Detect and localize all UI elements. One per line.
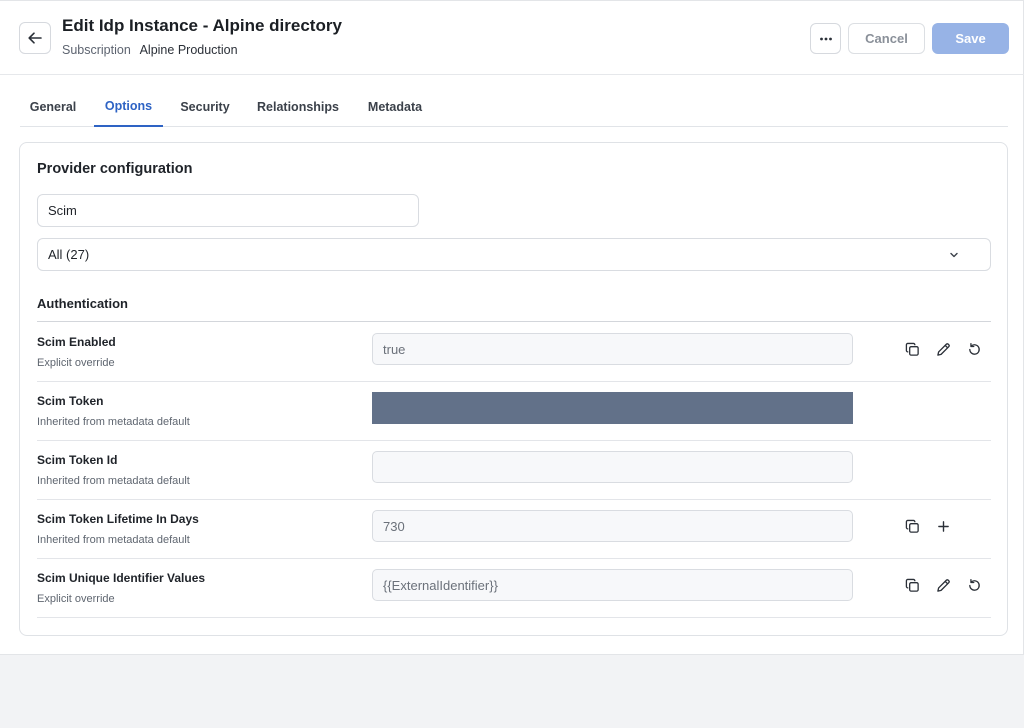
category-select-value: All (27) <box>48 247 90 262</box>
subscription-label: Subscription <box>62 43 131 57</box>
page-title: Edit Idp Instance - Alpine directory <box>62 16 342 35</box>
copy-icon[interactable] <box>903 517 921 535</box>
arrow-left-icon <box>27 30 43 46</box>
header: Edit Idp Instance - Alpine directory Sub… <box>0 1 1024 75</box>
setting-name: Scim Token Lifetime In Days <box>37 512 199 526</box>
subscription-info: Subscription Alpine Production <box>62 43 238 57</box>
setting-row: Scim Enabled Explicit override true <box>37 323 991 382</box>
setting-name: Scim Unique Identifier Values <box>37 571 206 585</box>
setting-row: Scim Token Inherited from metadata defau… <box>37 382 991 441</box>
setting-value-field[interactable]: true <box>372 333 853 365</box>
setting-row: Scim Unique Identifier Values Explicit o… <box>37 559 991 618</box>
setting-name: Scim Enabled <box>37 335 116 349</box>
subscription-value: Alpine Production <box>139 43 238 57</box>
section-divider <box>37 321 991 322</box>
edit-icon[interactable] <box>934 340 952 358</box>
card-title: Provider configuration <box>37 161 193 177</box>
reset-icon[interactable] <box>965 576 983 594</box>
setting-source: Explicit override <box>37 357 115 369</box>
tab-general[interactable]: General <box>20 87 86 127</box>
section-title: Authentication <box>37 296 128 311</box>
page: Edit Idp Instance - Alpine directory Sub… <box>0 0 1024 655</box>
tab-options[interactable]: Options <box>94 87 163 127</box>
provider-configuration-card: Provider configuration Scim All (27) Aut… <box>19 142 1008 636</box>
add-icon[interactable] <box>934 517 952 535</box>
copy-icon[interactable] <box>903 576 921 594</box>
setting-row: Scim Token Id Inherited from metadata de… <box>37 441 991 500</box>
cancel-button[interactable]: Cancel <box>848 23 925 54</box>
ellipsis-icon <box>819 37 833 41</box>
setting-source: Inherited from metadata default <box>37 534 190 546</box>
setting-source: Explicit override <box>37 593 115 605</box>
tab-relationships[interactable]: Relationships <box>250 87 346 127</box>
setting-value-field[interactable] <box>372 451 853 483</box>
row-actions <box>903 517 965 535</box>
back-button[interactable] <box>19 22 51 54</box>
filter-input[interactable]: Scim <box>37 194 419 227</box>
save-button[interactable]: Save <box>932 23 1009 54</box>
setting-row: Scim Token Lifetime In Days Inherited fr… <box>37 500 991 559</box>
copy-icon[interactable] <box>903 340 921 358</box>
chevron-down-icon <box>948 249 960 261</box>
setting-name: Scim Token Id <box>37 453 118 467</box>
reset-icon[interactable] <box>965 340 983 358</box>
setting-value-field[interactable]: {{ExternalIdentifier}} <box>372 569 853 601</box>
row-actions <box>903 576 996 594</box>
tab-metadata[interactable]: Metadata <box>360 87 430 127</box>
more-options-button[interactable] <box>810 23 841 54</box>
setting-source: Inherited from metadata default <box>37 416 190 428</box>
tab-bar: General Options Security Relationships M… <box>20 87 1008 127</box>
edit-icon[interactable] <box>934 576 952 594</box>
setting-value-field[interactable]: 730 <box>372 510 853 542</box>
category-select[interactable]: All (27) <box>37 238 991 271</box>
masked-secret-field[interactable] <box>372 392 853 424</box>
tab-security[interactable]: Security <box>172 87 238 127</box>
setting-name: Scim Token <box>37 394 104 408</box>
setting-source: Inherited from metadata default <box>37 475 190 487</box>
row-actions <box>903 340 996 358</box>
